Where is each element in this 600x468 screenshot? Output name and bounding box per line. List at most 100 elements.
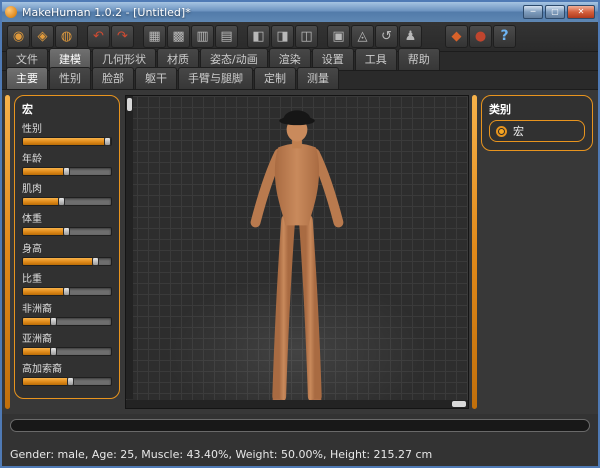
african-slider[interactable] (22, 317, 112, 326)
macro-slider-height: 身高 (22, 240, 112, 266)
macro-slider-muscle: 肌肉 (22, 180, 112, 206)
redo-icon[interactable]: ↷ (111, 25, 134, 48)
bottom-bar: Gender: male, Age: 25, Muscle: 43.40%, W… (2, 414, 598, 466)
muscle-slider[interactable] (22, 197, 112, 206)
age-slider-fill (23, 168, 67, 175)
caucasian-slider-label: 高加索裔 (22, 360, 112, 375)
age-slider-handle[interactable] (63, 167, 70, 176)
macro-slider-asian: 亚洲裔 (22, 330, 112, 356)
symmetry-left-icon[interactable]: ◧ (247, 25, 270, 48)
asian-slider-label: 亚洲裔 (22, 330, 112, 345)
viewport-vertical-slider-handle[interactable] (127, 98, 132, 111)
height-slider-fill (23, 258, 98, 265)
symmetry-group: ◧ ◨ ◫ (247, 25, 319, 48)
proportion-slider-handle[interactable] (63, 287, 70, 296)
tab-help[interactable]: 帮助 (398, 48, 440, 70)
asian-slider-fill (23, 348, 52, 355)
muscle-slider-fill (23, 198, 61, 205)
close-button[interactable]: ✕ (567, 5, 595, 19)
makehuman-window: MakeHuman 1.0.2 - [Untitled]* ─ ▢ ✕ ◉ ◈ … (0, 0, 600, 468)
subtab-arms-legs[interactable]: 手臂与腿脚 (178, 67, 253, 89)
weight-slider-handle[interactable] (63, 227, 70, 236)
bug-report-icon[interactable]: ● (469, 25, 492, 48)
macro-slider-african: 非洲裔 (22, 300, 112, 326)
gender-slider-label: 性别 (22, 120, 112, 135)
human-model-figure (222, 100, 372, 409)
caucasian-slider-handle[interactable] (67, 377, 74, 386)
african-slider-fill (23, 318, 52, 325)
symmetry-right-icon[interactable]: ◨ (271, 25, 294, 48)
misc-group: ◆ ● ? (445, 25, 517, 48)
muscle-slider-handle[interactable] (58, 197, 65, 206)
viewport-horizontal-slider[interactable] (126, 400, 468, 408)
caucasian-slider-fill (23, 378, 71, 385)
proportion-slider[interactable] (22, 287, 112, 296)
title-bar[interactable]: MakeHuman 1.0.2 - [Untitled]* ─ ▢ ✕ (2, 2, 598, 22)
subtab-torso[interactable]: 躯干 (135, 67, 177, 89)
perspective-icon[interactable]: ◬ (351, 25, 374, 48)
gender-slider-handle[interactable] (104, 137, 111, 146)
height-slider-label: 身高 (22, 240, 112, 255)
sub-tab-bar: 主要 性别 脸部 躯干 手臂与腿脚 定制 测量 (2, 71, 598, 90)
wireframe-icon[interactable]: ▥ (191, 25, 214, 48)
age-slider-label: 年龄 (22, 150, 112, 165)
progress-bar (10, 419, 590, 432)
weight-slider[interactable] (22, 227, 112, 236)
help-icon[interactable]: ? (493, 25, 516, 48)
app-logo-icon (5, 6, 17, 18)
height-slider-handle[interactable] (92, 257, 99, 266)
subtab-main[interactable]: 主要 (6, 67, 48, 89)
height-slider[interactable] (22, 257, 112, 266)
weight-slider-fill (23, 228, 67, 235)
macro-groupbox: 宏 性别 年龄 肌肉 (14, 95, 120, 399)
load-icon[interactable]: ◈ (31, 25, 54, 48)
human-model[interactable] (222, 100, 372, 409)
pose-view-icon[interactable]: ♟ (399, 25, 422, 48)
minimize-button[interactable]: ─ (523, 5, 543, 19)
right-panel-handle[interactable] (472, 95, 477, 409)
gender-slider[interactable] (22, 137, 112, 146)
subtab-gender[interactable]: 性别 (49, 67, 91, 89)
viewport-horizontal-slider-handle[interactable] (452, 401, 466, 407)
edit-group: ↶ ↷ (87, 25, 135, 48)
symmetry-both-icon[interactable]: ◫ (295, 25, 318, 48)
shading-group: ▦ ▩ ▥ ▤ (143, 25, 239, 48)
subtab-custom[interactable]: 定制 (254, 67, 296, 89)
tab-utilities[interactable]: 工具 (355, 48, 397, 70)
reset-camera-icon[interactable]: ↺ (375, 25, 398, 48)
subdivide-icon[interactable]: ▤ (215, 25, 238, 48)
new-icon[interactable]: ◉ (7, 25, 30, 48)
save-icon[interactable]: ◍ (55, 25, 78, 48)
african-slider-label: 非洲裔 (22, 300, 112, 315)
grid-icon[interactable]: ▣ (327, 25, 350, 48)
asian-slider[interactable] (22, 347, 112, 356)
subtab-measure[interactable]: 测量 (297, 67, 339, 89)
radio-selected-icon[interactable] (496, 126, 507, 137)
african-slider-handle[interactable] (50, 317, 57, 326)
file-group: ◉ ◈ ◍ (7, 25, 79, 48)
caucasian-slider[interactable] (22, 377, 112, 386)
viewport-vertical-slider[interactable] (126, 96, 133, 399)
3d-viewport[interactable] (125, 95, 469, 409)
content-area: 宏 性别 年龄 肌肉 (2, 90, 598, 414)
smooth-shading-icon[interactable]: ▦ (143, 25, 166, 48)
view-group: ▣ ◬ ↺ ♟ (327, 25, 423, 48)
macro-group-title: 宏 (22, 101, 112, 117)
status-text: Gender: male, Age: 25, Muscle: 43.40%, W… (10, 446, 590, 463)
maximize-button[interactable]: ▢ (545, 5, 565, 19)
undo-icon[interactable]: ↶ (87, 25, 110, 48)
flat-shading-icon[interactable]: ▩ (167, 25, 190, 48)
right-panel: 类别 宏 (478, 93, 596, 411)
left-panel-handle[interactable] (5, 95, 10, 409)
gender-slider-fill (23, 138, 111, 145)
proportion-slider-label: 比重 (22, 270, 112, 285)
category-groupbox: 类别 宏 (481, 95, 593, 151)
left-panel: 宏 性别 年龄 肌肉 (11, 93, 123, 411)
website-icon[interactable]: ◆ (445, 25, 468, 48)
macro-slider-proportion: 比重 (22, 270, 112, 296)
subtab-face[interactable]: 脸部 (92, 67, 134, 89)
category-option-macro[interactable]: 宏 (489, 120, 585, 142)
macro-slider-weight: 体重 (22, 210, 112, 236)
age-slider[interactable] (22, 167, 112, 176)
asian-slider-handle[interactable] (50, 347, 57, 356)
